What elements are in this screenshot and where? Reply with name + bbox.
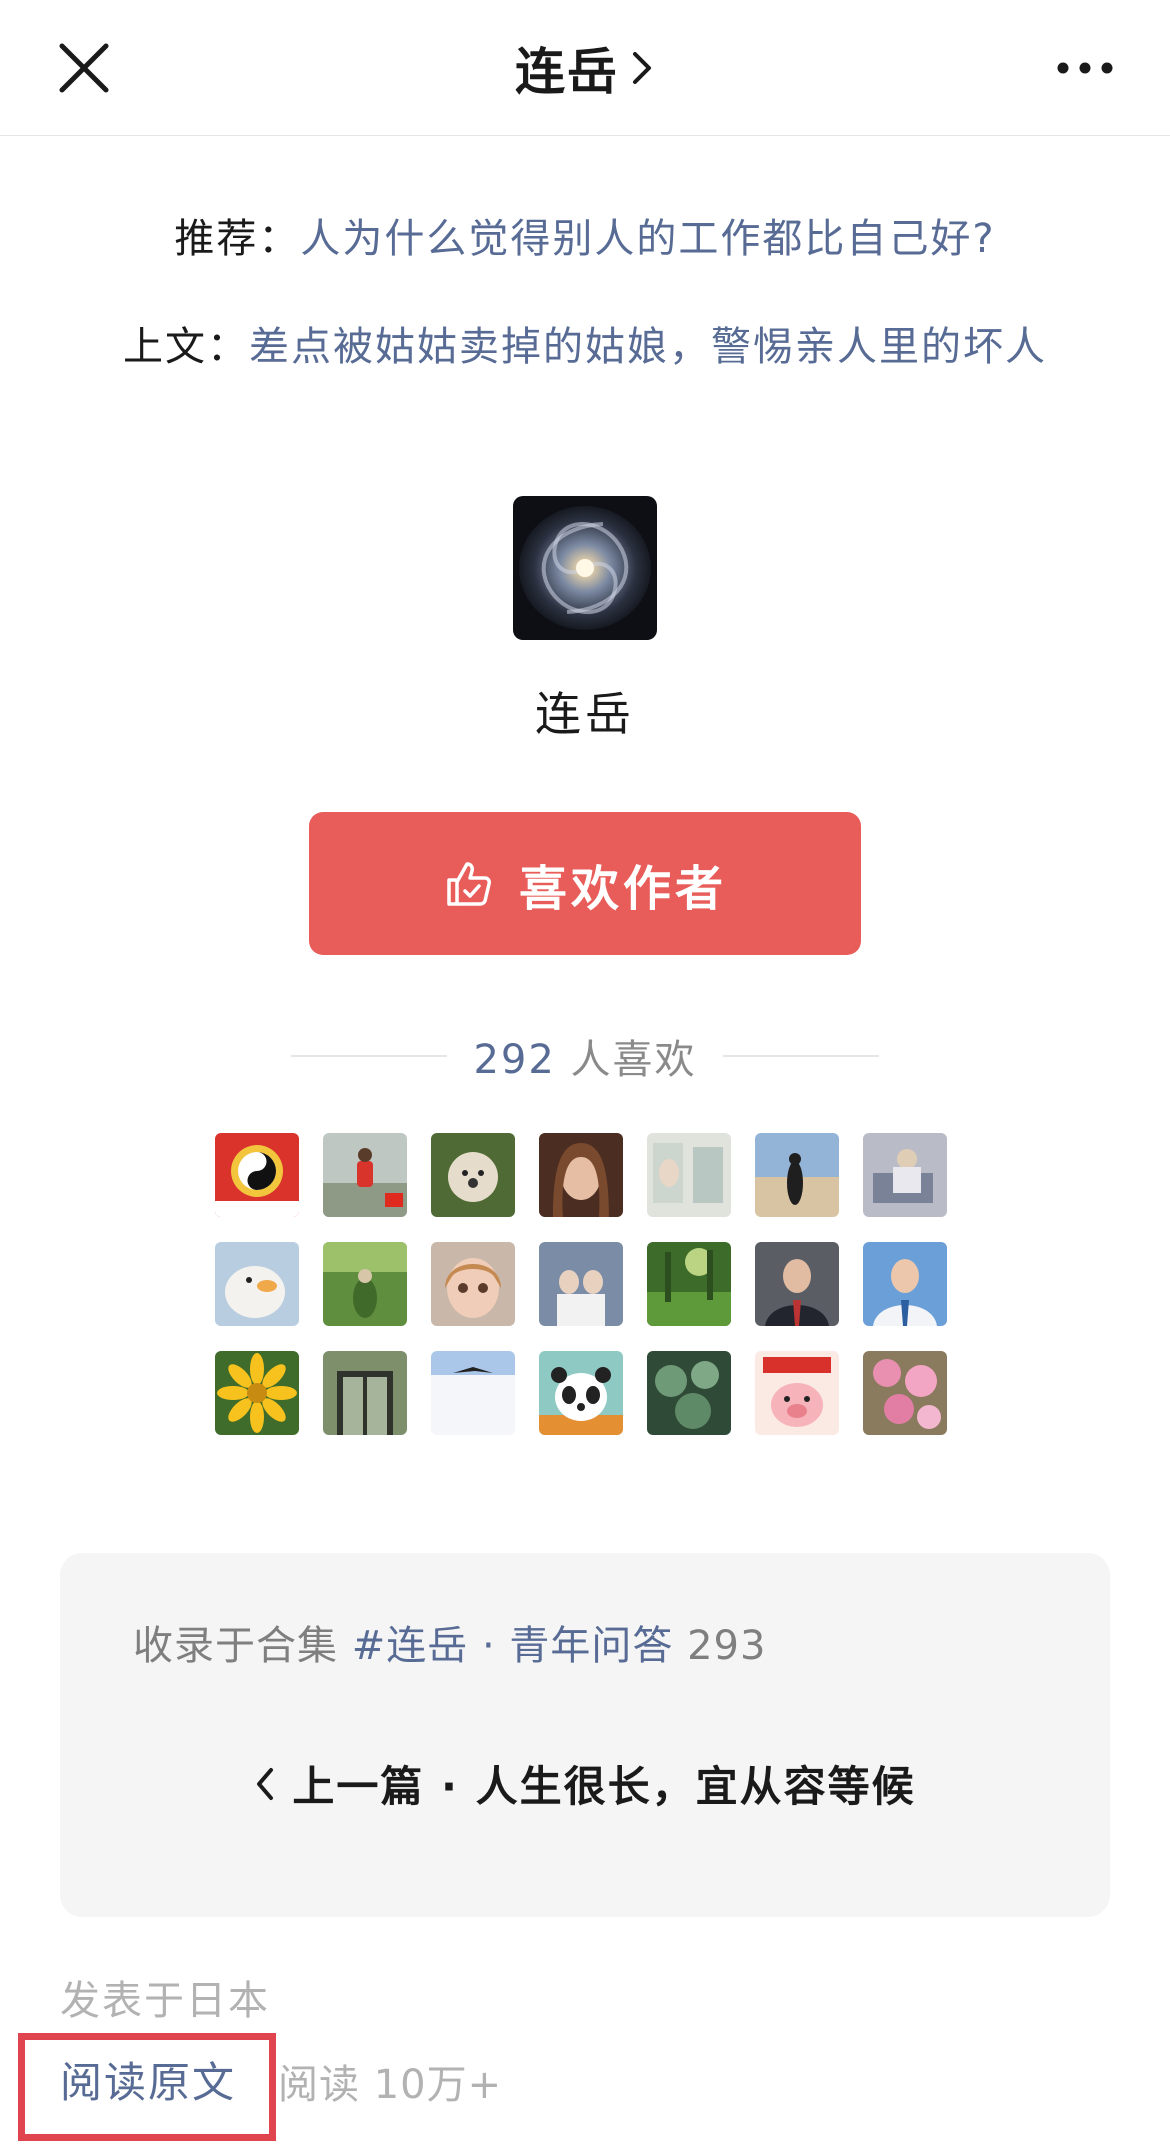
- liker-avatar[interactable]: [755, 1242, 839, 1326]
- chevron-right-icon: [633, 52, 651, 84]
- liker-avatar-grid: [215, 1133, 975, 1435]
- prev-article-link[interactable]: 上一篇 · 人生很长，宜从容等候: [60, 1753, 1110, 1814]
- liker-avatar[interactable]: [323, 1242, 407, 1326]
- liker-avatar[interactable]: [215, 1351, 299, 1435]
- recommend-link[interactable]: 人为什么觉得别人的工作都比自己好?: [300, 216, 995, 262]
- collection-tag[interactable]: #连岳 · 青年问答: [352, 1623, 674, 1669]
- liker-avatar[interactable]: [215, 1133, 299, 1217]
- prev-article-label: 上一篇 · 人生很长，宜从容等候: [292, 1762, 916, 1811]
- liker-avatar[interactable]: [755, 1133, 839, 1217]
- top-bar: 连岳: [0, 0, 1170, 136]
- likes-suffix: 人喜欢: [570, 1037, 697, 1083]
- recommend-line: 推荐：人为什么觉得别人的工作都比自己好?: [0, 206, 1170, 264]
- recommend-label: 推荐：: [174, 216, 301, 262]
- author-name[interactable]: 连岳: [0, 678, 1170, 744]
- chevron-left-icon: [257, 1767, 274, 1800]
- published-location: 发表于日本: [60, 1978, 270, 2024]
- liker-avatar[interactable]: [863, 1351, 947, 1435]
- collection-info: 收录于合集 #连岳 · 青年问答 293: [133, 1613, 766, 1671]
- author-avatar[interactable]: [513, 496, 657, 640]
- liker-avatar[interactable]: [431, 1242, 515, 1326]
- divider-left: [291, 1055, 448, 1057]
- read-original-link[interactable]: 阅读原文: [60, 2049, 236, 2110]
- previous-label: 上文：: [123, 324, 249, 370]
- liker-avatar[interactable]: [863, 1133, 947, 1217]
- likes-text: 292 人喜欢: [473, 1027, 696, 1085]
- liker-avatar[interactable]: [539, 1242, 623, 1326]
- previous-link[interactable]: 差点被姑姑卖掉的姑娘，警惕亲人里的坏人: [249, 324, 1047, 370]
- like-author-label: 喜欢作者: [518, 860, 727, 917]
- galaxy-avatar: [513, 496, 657, 640]
- liker-avatar[interactable]: [323, 1351, 407, 1435]
- like-author-button[interactable]: 喜欢作者: [309, 812, 861, 955]
- liker-avatar[interactable]: [863, 1242, 947, 1326]
- collection-card: 收录于合集 #连岳 · 青年问答 293 上一篇 · 人生很长，宜从容等候: [60, 1553, 1110, 1917]
- liker-avatar[interactable]: [431, 1351, 515, 1435]
- collection-prefix: 收录于合集: [133, 1623, 338, 1669]
- previous-line: 上文：差点被姑姑卖掉的姑娘，警惕亲人里的坏人: [0, 314, 1170, 372]
- liker-avatar[interactable]: [539, 1133, 623, 1217]
- likes-summary: 292 人喜欢: [0, 1024, 1170, 1088]
- divider-right: [722, 1055, 879, 1057]
- read-count: 阅读 10万+: [278, 2062, 503, 2108]
- liker-avatar[interactable]: [323, 1133, 407, 1217]
- collection-count: 293: [687, 1623, 767, 1669]
- page-title[interactable]: 连岳: [515, 32, 619, 104]
- likes-count: 292: [473, 1037, 556, 1083]
- thumbs-up-icon: [447, 861, 491, 906]
- account-title[interactable]: 连岳: [0, 36, 1170, 101]
- liker-avatar[interactable]: [647, 1133, 731, 1217]
- liker-avatar[interactable]: [539, 1351, 623, 1435]
- liker-avatar[interactable]: [647, 1351, 731, 1435]
- liker-avatar[interactable]: [647, 1242, 731, 1326]
- more-icon[interactable]: [1055, 50, 1115, 86]
- liker-avatar[interactable]: [431, 1133, 515, 1217]
- liker-avatar[interactable]: [215, 1242, 299, 1326]
- liker-avatar[interactable]: [755, 1351, 839, 1435]
